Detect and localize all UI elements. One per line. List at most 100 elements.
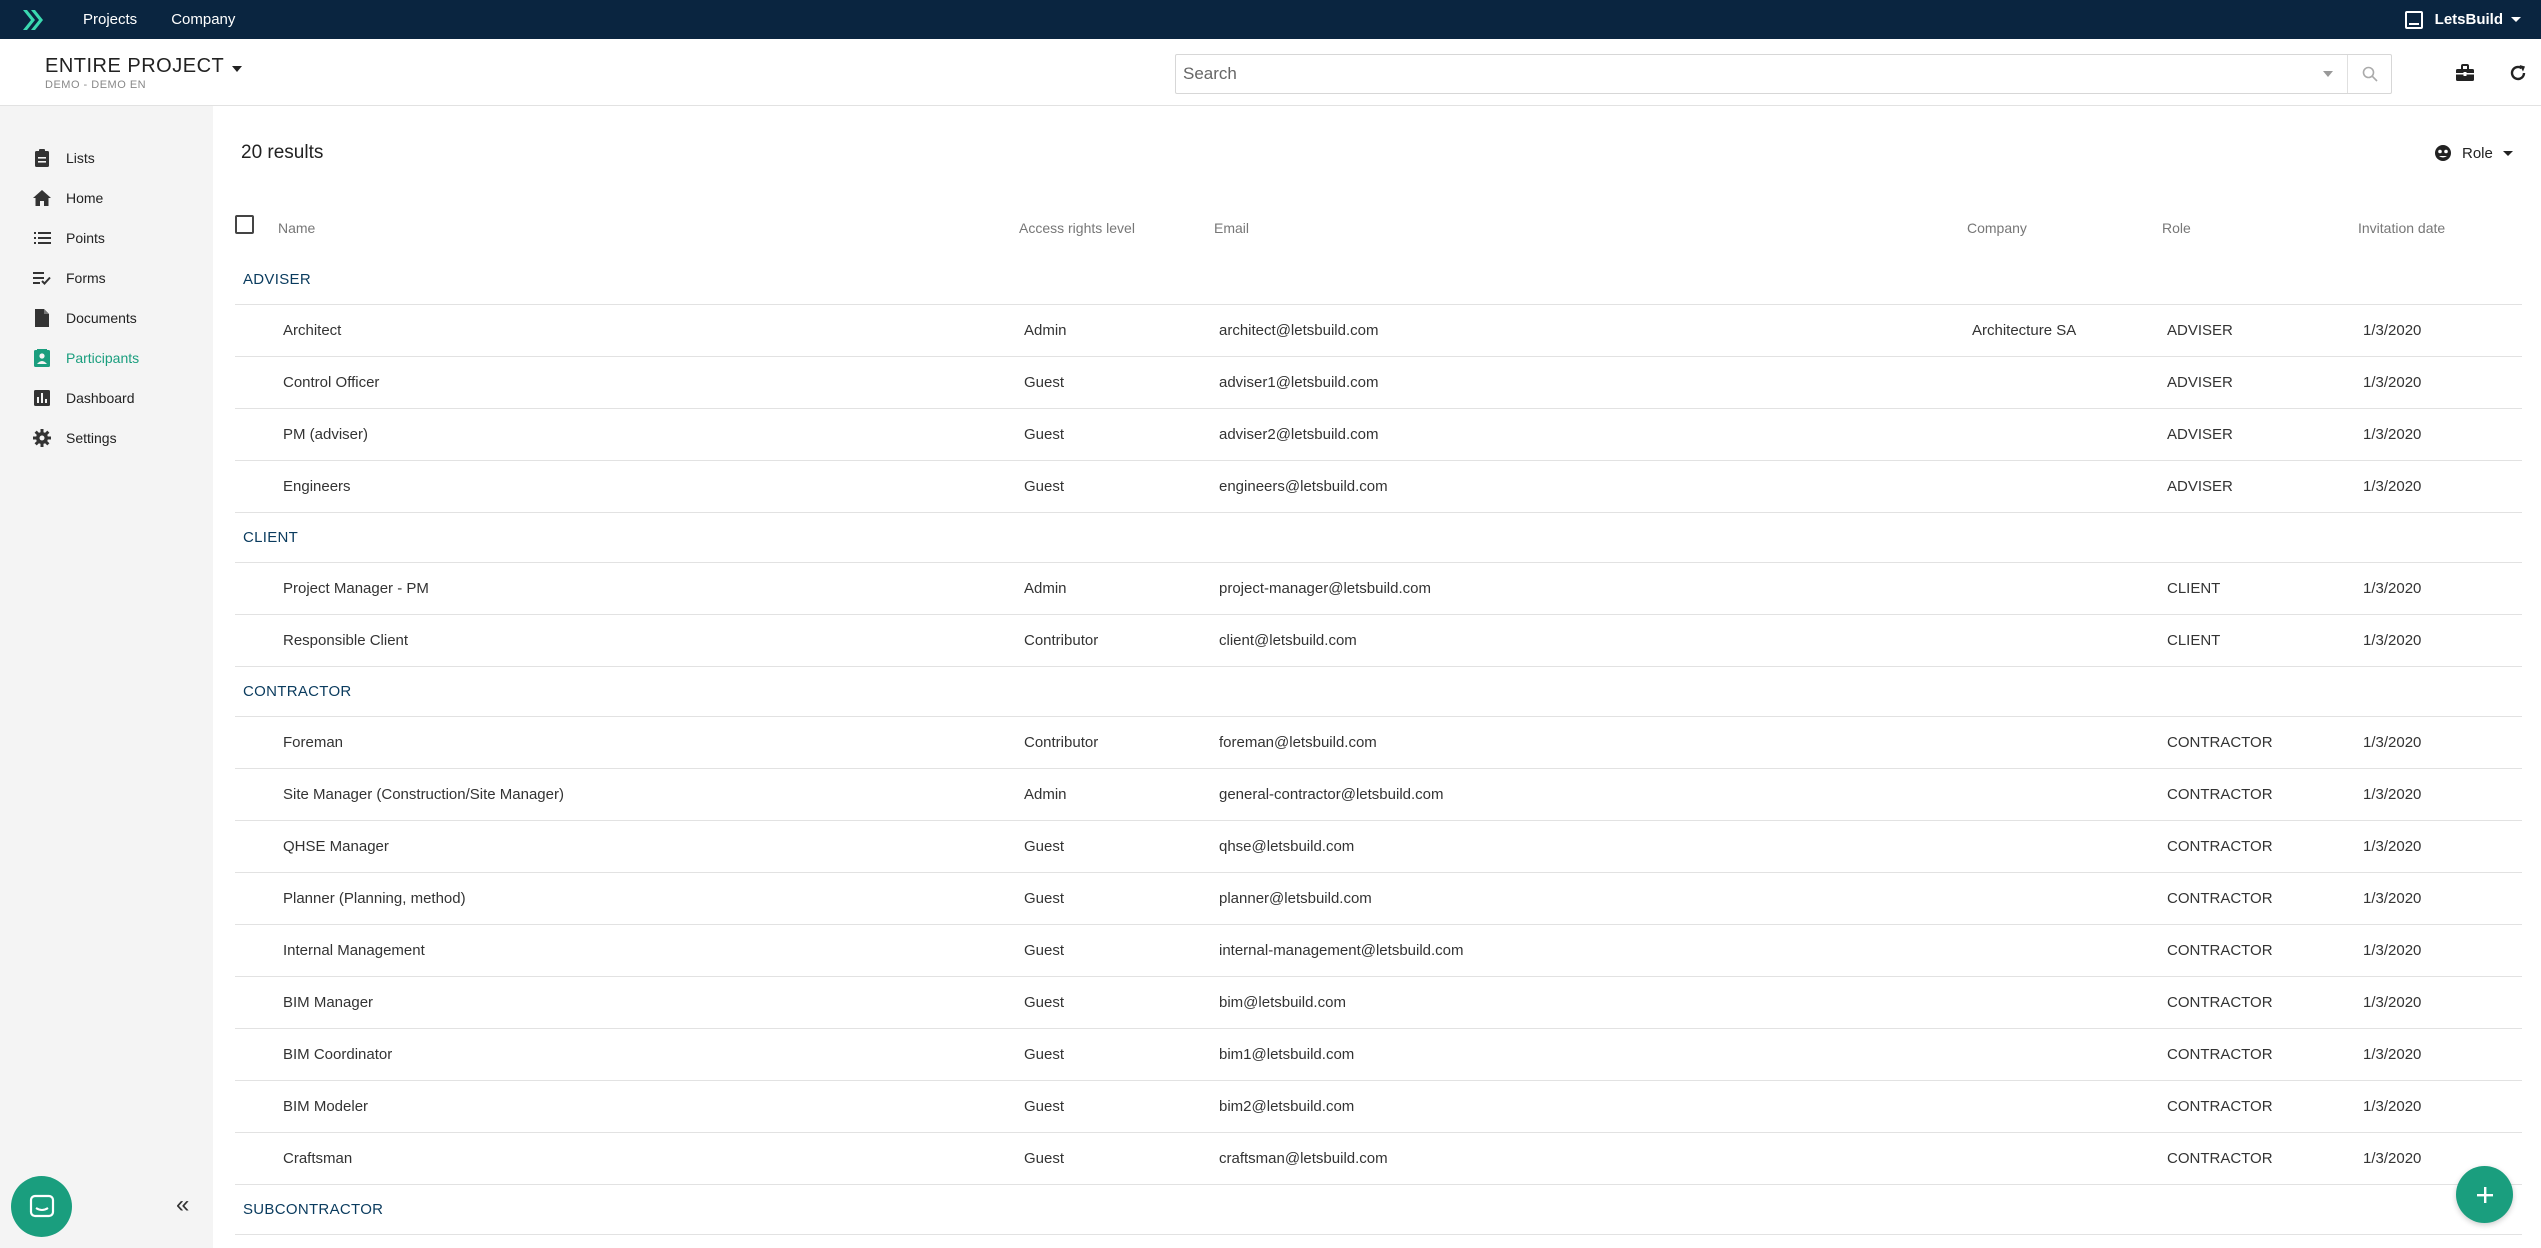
participant-email: bim2@letsbuild.com: [1219, 1098, 1355, 1115]
access-level: Admin: [1024, 786, 1067, 803]
sidebar-item-participants[interactable]: Participants: [0, 340, 213, 376]
participant-email: adviser2@letsbuild.com: [1219, 426, 1379, 443]
invitation-date: 1/3/2020: [2363, 1150, 2422, 1167]
sidebar-item-lists[interactable]: Lists: [0, 140, 213, 176]
nav-company-link[interactable]: Company: [171, 11, 235, 28]
invitation-date: 1/3/2020: [2363, 942, 2422, 959]
table-row[interactable]: Internal Management Guest internal-managem…: [235, 925, 2522, 977]
access-level: Guest: [1024, 1046, 1065, 1063]
participant-role: CLIENT: [2167, 632, 2221, 649]
participant-company: Architecture SA: [1972, 322, 2077, 339]
participant-role: ADVISER: [2167, 426, 2233, 443]
participant-role: ADVISER: [2167, 322, 2233, 339]
access-level: Contributor: [1024, 632, 1099, 649]
column-header-email[interactable]: Email: [1214, 220, 1249, 236]
invitation-date: 1/3/2020: [2363, 322, 2422, 339]
results-count: 20 results: [241, 142, 324, 163]
participant-role: CONTRACTOR: [2167, 786, 2273, 803]
invitation-date: 1/3/2020: [2363, 838, 2422, 855]
sidebar-item-home[interactable]: Home: [0, 180, 213, 216]
participant-name: BIM Manager: [283, 994, 374, 1011]
participant-email: bim1@letsbuild.com: [1219, 1046, 1355, 1063]
table-row[interactable]: Responsible Client Contributor client@lets…: [235, 615, 2522, 667]
invitation-date: 1/3/2020: [2363, 1046, 2422, 1063]
participant-name: Foreman: [283, 734, 344, 751]
access-level: Guest: [1024, 478, 1065, 495]
group-title: CLIENT: [243, 529, 299, 546]
table-row[interactable]: Architect Admin architect@letsbuild.com Arc…: [235, 305, 2522, 357]
participant-role: ADVISER: [2167, 374, 2233, 391]
table-row[interactable]: BIM Manager Guest bim@letsbuild.com CONTRAC…: [235, 977, 2522, 1029]
invitation-date: 1/3/2020: [2363, 632, 2422, 649]
participant-name: PM (adviser): [283, 426, 369, 443]
participant-email: architect@letsbuild.com: [1219, 322, 1379, 339]
invitation-date: 1/3/2020: [2363, 994, 2422, 1011]
participant-email: general-contractor@letsbuild.com: [1219, 786, 1444, 803]
table-row[interactable]: Engineers Guest engineers@letsbuild.com ADV…: [235, 461, 2522, 513]
table-row[interactable]: Planner (Planning, method) Guest planner@l…: [235, 873, 2522, 925]
letsbuild-logo-icon[interactable]: [21, 9, 49, 31]
chat-support-button[interactable]: [11, 1176, 72, 1237]
table-row[interactable]: PM (adviser) Guest adviser2@letsbuild.com A…: [235, 409, 2522, 461]
participant-email: engineers@letsbuild.com: [1219, 478, 1388, 495]
participant-name: Internal Management: [283, 942, 425, 959]
table-row[interactable]: Site Manager (Construction/Site Manager)…: [235, 769, 2522, 821]
sidebar-item-label: Forms: [66, 270, 106, 286]
participant-email: bim@letsbuild.com: [1219, 994, 1346, 1011]
access-level: Admin: [1024, 322, 1067, 339]
participant-role: CLIENT: [2167, 580, 2221, 597]
sidebar-item-forms[interactable]: Forms: [0, 260, 213, 296]
access-level: Guest: [1024, 1098, 1065, 1115]
nav-projects-link[interactable]: Projects: [83, 11, 137, 28]
sidebar-item-documents[interactable]: Documents: [0, 300, 213, 336]
search-dropdown-icon[interactable]: [2323, 71, 2333, 77]
sidebar-item-settings[interactable]: Settings: [0, 420, 213, 456]
role-filter-dropdown[interactable]: Role: [2434, 144, 2513, 162]
project-selector[interactable]: ENTIRE PROJECT DEMO - DEMO EN: [45, 55, 243, 91]
home-icon: [32, 188, 52, 208]
role-icon: [2435, 145, 2451, 161]
participant-role: CONTRACTOR: [2167, 942, 2273, 959]
table-row[interactable]: Project Manager - PM Admin project-manager…: [235, 563, 2522, 615]
invitation-date: 1/3/2020: [2363, 786, 2422, 803]
list-icon: [32, 228, 52, 248]
sidebar-item-points[interactable]: Points: [0, 220, 213, 256]
table-row[interactable]: Control Officer Guest adviser1@letsbuild.c…: [235, 357, 2522, 409]
sidebar-item-label: Participants: [66, 350, 140, 366]
participant-name: Planner (Planning, method): [283, 890, 466, 907]
table-row[interactable]: BIM Modeler Guest bim2@letsbuild.com CONTRA…: [235, 1081, 2522, 1133]
group-title: SUBCONTRACTOR: [243, 1201, 384, 1218]
add-participant-button[interactable]: [2456, 1166, 2513, 1223]
collapse-sidebar-icon[interactable]: «: [176, 1193, 189, 1217]
column-header-company[interactable]: Company: [1967, 220, 2027, 236]
column-header-role[interactable]: Role: [2162, 220, 2191, 236]
participant-role: CONTRACTOR: [2167, 1046, 2273, 1063]
column-header-name[interactable]: Name: [278, 220, 315, 236]
column-header-invitation-date[interactable]: Invitation date: [2358, 220, 2445, 236]
participant-name: Responsible Client: [283, 632, 409, 649]
participant-name: BIM Coordinator: [283, 1046, 393, 1063]
column-header-access[interactable]: Access rights level: [1019, 220, 1135, 236]
briefcase-icon[interactable]: [2453, 61, 2477, 85]
sidebar-item-label: Points: [66, 230, 105, 246]
sidebar-item-dashboard[interactable]: Dashboard: [0, 380, 213, 416]
select-all-checkbox[interactable]: [235, 215, 254, 234]
chevron-down-icon: [2502, 150, 2513, 156]
participant-role: CONTRACTOR: [2167, 734, 2273, 751]
refresh-icon[interactable]: [2506, 61, 2530, 85]
access-level: Guest: [1024, 374, 1065, 391]
search-input[interactable]: [1176, 64, 2323, 84]
participant-email: craftsman@letsbuild.com: [1219, 1150, 1388, 1167]
group-header: CLIENT: [235, 513, 2522, 563]
table-row[interactable]: Foreman Contributor foreman@letsbuild.com C…: [235, 717, 2522, 769]
workspace-selector[interactable]: LetsBuild: [2404, 0, 2521, 39]
search-button[interactable]: [2347, 55, 2391, 93]
participant-role: CONTRACTOR: [2167, 994, 2273, 1011]
participant-name: Project Manager - PM: [283, 580, 429, 597]
table-row[interactable]: QHSE Manager Guest qhse@letsbuild.com CONTR…: [235, 821, 2522, 873]
role-filter-label: Role: [2462, 144, 2493, 162]
sidebar-item-label: Dashboard: [66, 390, 135, 406]
table-row[interactable]: BIM Coordinator Guest bim1@letsbuild.com CO…: [235, 1029, 2522, 1081]
document-icon: [32, 308, 52, 328]
table-row[interactable]: Craftsman Guest craftsman@letsbuild.com CON…: [235, 1133, 2522, 1185]
